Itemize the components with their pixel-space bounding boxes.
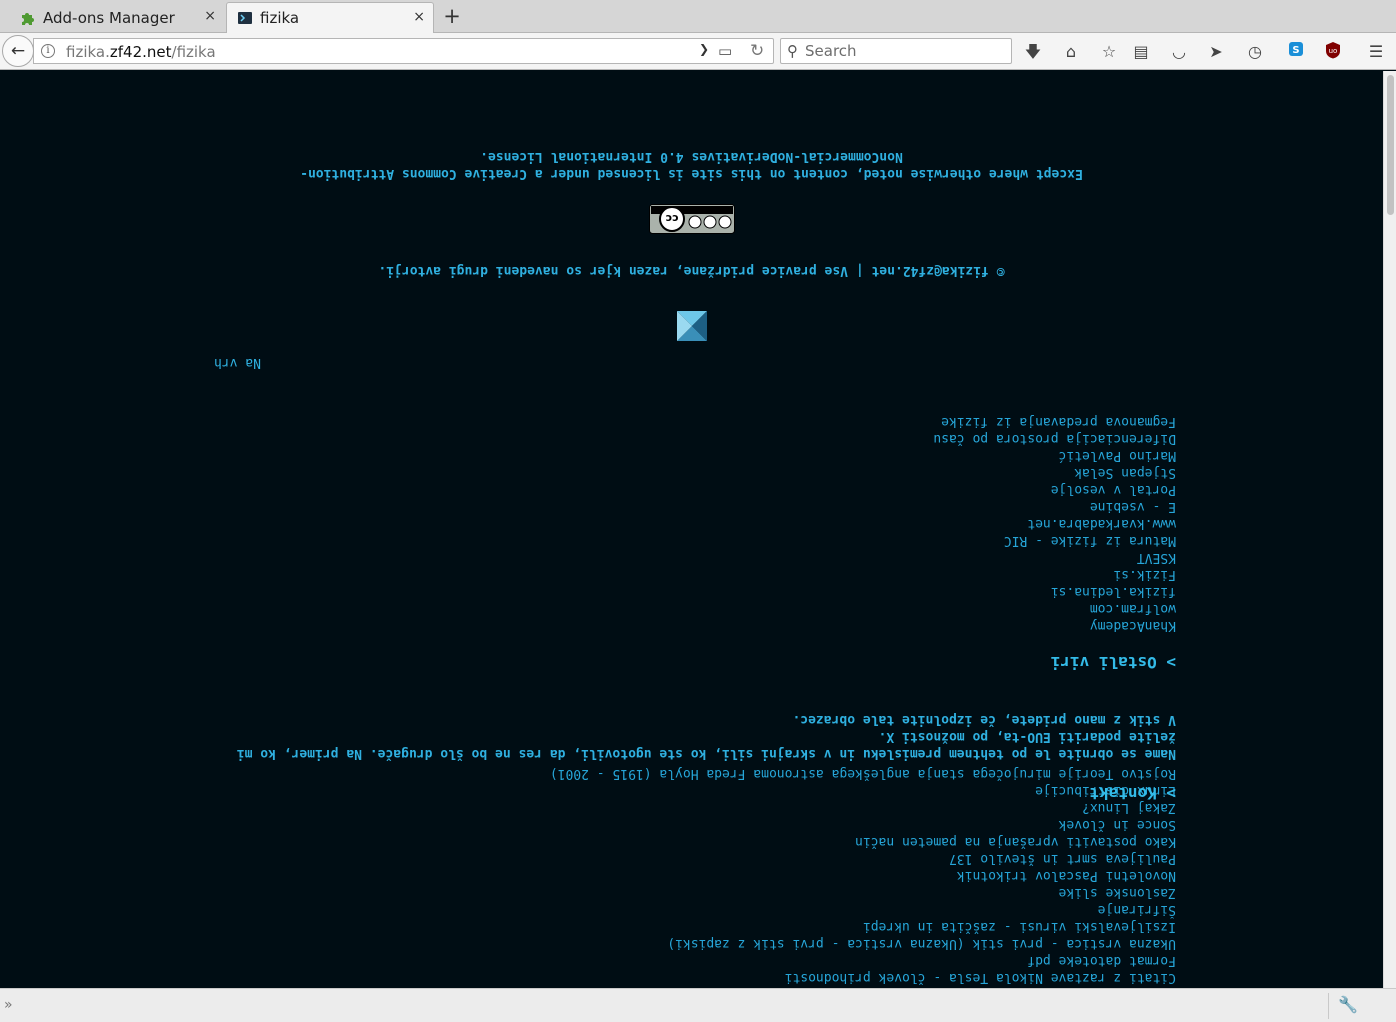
tab-strip: Add-ons Manager × fizika × + <box>0 0 1396 33</box>
page-viewport: Citati z raztave Nikola Tesla - človek p… <box>0 71 1383 988</box>
copyright-text: © fizika@zf42.net | Vse pravice pridržan… <box>378 263 1005 278</box>
contact-heading: > Kontakt <box>1089 784 1176 803</box>
article-link[interactable]: Zaslonske slike <box>1059 884 1176 901</box>
reading-list-icon[interactable]: ▤ <box>1130 41 1152 63</box>
svg-text:uo: uo <box>1329 47 1338 55</box>
history-icon[interactable]: ◷ <box>1244 41 1266 63</box>
back-button[interactable]: ← <box>2 35 34 67</box>
wrench-icon[interactable]: 🔧 <box>1338 995 1358 1014</box>
site-logo <box>677 311 707 341</box>
source-link[interactable]: Diferenciacija prostora po času <box>933 430 1176 447</box>
contact-form-link[interactable]: V stik z mano pridete, če izpolnite tale… <box>792 712 1176 727</box>
page-content: Citati z raztave Nikola Tesla - človek p… <box>0 71 1383 988</box>
license-text: Except where otherwise noted, content on… <box>300 166 1083 181</box>
source-link[interactable]: KhanAcademy <box>1090 617 1176 634</box>
source-link[interactable]: wolfram.com <box>1090 600 1176 617</box>
creative-commons-badge-icon[interactable]: cc <box>649 204 735 234</box>
article-link[interactable]: Sonce in človek <box>1059 816 1176 833</box>
source-link[interactable]: E - vsebine <box>1090 498 1176 515</box>
source-link[interactable]: KSEVT <box>1137 549 1176 566</box>
home-icon[interactable]: ⌂ <box>1060 41 1082 63</box>
license-text[interactable]: NonCommercial-NoDerivatives 4.0 Internat… <box>0 148 1383 164</box>
article-link[interactable]: Rojstvo Teorije mirujočega stanja angleš… <box>550 765 1176 782</box>
source-link[interactable]: Fegmanova predavanja iz fizike <box>941 413 1176 430</box>
pocket-icon[interactable]: ◡ <box>1168 41 1190 63</box>
site-info-icon[interactable]: i <box>41 44 55 58</box>
source-link[interactable]: Stjepan Selak <box>1074 464 1176 481</box>
search-input[interactable] <box>805 42 1005 60</box>
reader-view-icon[interactable]: ▭ <box>718 42 732 60</box>
close-tab-icon[interactable]: × <box>204 8 216 24</box>
source-link[interactable]: Portal v vesolje <box>1051 481 1176 498</box>
navigation-toolbar: i fizika.zf42.net/fizika ❯ ▭ ↻ ← ⚲ 🡇 ⌂ ☆… <box>0 33 1396 70</box>
search-icon: ⚲ <box>787 42 798 60</box>
article-link[interactable]: Šifriranje <box>1098 901 1176 918</box>
close-tab-icon[interactable]: × <box>413 9 425 25</box>
svg-text:cc: cc <box>665 212 678 225</box>
send-icon[interactable]: ➤ <box>1205 41 1227 63</box>
article-link[interactable]: Izsiljevalski virusi - zaščita in ukrepi <box>863 918 1176 935</box>
url-text[interactable]: fizika.zf42.net/fizika <box>66 43 216 61</box>
article-link[interactable]: Paulijeva smrt in število 137 <box>949 850 1176 867</box>
search-bar[interactable]: ⚲ <box>780 38 1012 64</box>
bookmark-star-icon[interactable]: ☆ <box>1098 41 1120 63</box>
source-link[interactable]: Matura iz fizike - RIC <box>1004 532 1176 549</box>
source-link[interactable]: www.kvarkadabra.net <box>1027 515 1176 532</box>
url-bar[interactable]: i fizika.zf42.net/fizika ❯ ▭ ↻ <box>33 38 774 64</box>
tab-fizika[interactable]: fizika × <box>226 2 434 33</box>
article-link[interactable]: Ukazna vrstica - prvi stik (Ukazna vrsti… <box>667 935 1176 952</box>
tab-title: Add-ons Manager <box>43 8 175 27</box>
tab-addons-manager[interactable]: Add-ons Manager × <box>10 2 224 33</box>
source-link[interactable]: Fizik.si <box>1113 566 1176 583</box>
new-tab-button[interactable]: + <box>440 4 464 28</box>
article-link[interactable]: Citati z raztave Nikola Tesla - človek p… <box>785 969 1176 986</box>
menu-icon[interactable]: ☰ <box>1365 41 1387 63</box>
chevron-down-icon[interactable]: ❯ <box>699 42 709 56</box>
other-sources-heading: > Ostali viri <box>1050 653 1176 672</box>
scrollbar-thumb[interactable] <box>1387 75 1394 215</box>
svg-text:S: S <box>1292 45 1299 56</box>
article-link[interactable]: Novoletni Pascalov trikotnik <box>957 867 1176 884</box>
source-link[interactable]: fizika.ledina.si <box>1051 583 1176 600</box>
tab-title: fizika <box>260 9 300 27</box>
skype-icon[interactable]: S <box>1285 41 1307 63</box>
contact-text: Name se obrnite le po tehtnem premisleku… <box>346 746 1176 761</box>
puzzle-piece-icon <box>20 10 36 26</box>
download-icon[interactable]: 🡇 <box>1022 41 1044 63</box>
close-addon-bar-icon[interactable]: » <box>4 997 13 1013</box>
reload-icon[interactable]: ↻ <box>750 41 764 61</box>
vertical-scrollbar[interactable] <box>1383 71 1396 988</box>
source-link[interactable]: Marino Pavletić <box>1059 447 1176 464</box>
article-link[interactable]: Kako postaviti vprašanja na pameten nači… <box>855 833 1176 850</box>
terminal-icon <box>237 10 253 26</box>
contact-paragraph: Name se obrnite le po tehtnem premisleku… <box>216 711 1176 762</box>
article-link[interactable]: Format datoteke pdf <box>1027 952 1176 969</box>
ublock-icon[interactable]: uo <box>1322 41 1344 63</box>
separator <box>1328 993 1329 1019</box>
back-to-top-link[interactable]: Na vrh <box>214 355 261 370</box>
addon-bar: » 🔧 <box>0 988 1396 1022</box>
